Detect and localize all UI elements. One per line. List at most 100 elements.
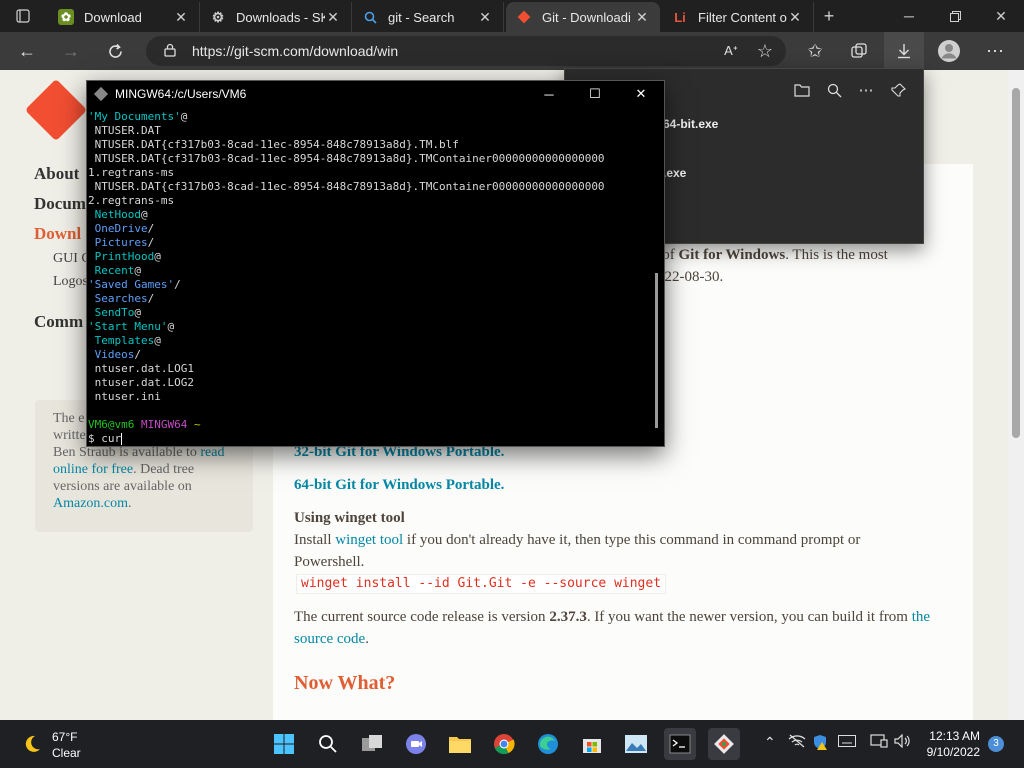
terminal-line: Videos/ xyxy=(88,348,650,362)
page-scrollbar[interactable] xyxy=(1008,70,1024,720)
refresh-icon[interactable] xyxy=(100,37,130,65)
minimize-icon[interactable]: ─ xyxy=(886,2,932,30)
winget-tool-link[interactable]: winget tool xyxy=(335,532,403,548)
amazon-link[interactable]: Amazon.com xyxy=(53,496,128,511)
git-logo-icon xyxy=(516,9,532,25)
folder-icon[interactable] xyxy=(789,77,815,103)
winget-text: Powershell. xyxy=(294,554,365,570)
terminal-entry-suffix: / xyxy=(147,222,155,235)
blurb-text: The e xyxy=(53,411,85,426)
terminal-line: 'My Documents'@ xyxy=(88,110,650,124)
prompt-user: VM6@vm6 xyxy=(88,418,135,431)
network-offline-icon[interactable] xyxy=(788,734,806,751)
sidebar-link-logos[interactable]: Logos xyxy=(53,274,88,290)
winget-command[interactable]: winget install --id Git.Git -e --source … xyxy=(296,574,667,594)
tab-filter-content[interactable]: Li Filter Content o ✕ xyxy=(662,2,814,32)
download-item[interactable]: .exe xyxy=(663,166,686,180)
sidebar-link-about[interactable]: About xyxy=(34,164,79,184)
portable-64-link[interactable]: 64-bit Git for Windows Portable. xyxy=(294,474,504,496)
task-view-icon[interactable] xyxy=(356,728,388,760)
photos-icon[interactable] xyxy=(620,728,652,760)
notification-badge[interactable]: 3 xyxy=(988,736,1004,752)
new-tab-button[interactable]: + xyxy=(814,2,844,30)
terminal-entry-suffix: @ xyxy=(140,208,148,221)
display-icon[interactable] xyxy=(870,734,888,751)
close-icon[interactable]: ✕ xyxy=(173,9,189,26)
pin-icon[interactable] xyxy=(885,77,911,103)
collections-icon[interactable] xyxy=(844,37,874,65)
tab-downloads-sk[interactable]: ⚙ Downloads - SK ✕ xyxy=(200,2,352,32)
edge-icon[interactable] xyxy=(532,728,564,760)
keyboard-icon[interactable] xyxy=(838,734,856,750)
terminal-line: NetHood@ xyxy=(88,208,650,222)
terminal-output[interactable]: 'My Documents'@ NTUSER.DAT NTUSER.DAT{cf… xyxy=(88,110,650,446)
source-link[interactable]: source code xyxy=(294,631,365,647)
address-bar[interactable]: https://git-scm.com/download/win xyxy=(146,36,786,66)
git-bash-icon xyxy=(93,86,109,102)
winget-heading: Using winget tool xyxy=(294,510,405,526)
terminal-title-bar[interactable]: MINGW64:/c/Users/VM6 ─ ☐ ✕ xyxy=(87,81,664,107)
back-icon[interactable]: ← xyxy=(12,37,42,65)
more-options-icon[interactable]: ⋯ xyxy=(853,77,879,103)
favorites-icon[interactable]: ✩ xyxy=(800,37,830,65)
close-icon[interactable]: ✕ xyxy=(477,9,493,26)
search-icon[interactable] xyxy=(821,77,847,103)
tab-download[interactable]: ✿ Download ✕ xyxy=(48,2,200,32)
online-free-link[interactable]: online for free xyxy=(53,462,133,477)
chrome-icon[interactable] xyxy=(488,728,520,760)
terminal-line: 1.regtrans-ms xyxy=(88,166,650,180)
git-bash-taskbar-icon[interactable] xyxy=(708,728,740,760)
sidebar-link-documentation[interactable]: Docum xyxy=(34,194,86,214)
microsoft-store-icon[interactable] xyxy=(576,728,608,760)
chevron-up-icon[interactable]: ⌃ xyxy=(764,734,776,751)
terminal-line: ntuser.ini xyxy=(88,390,650,404)
profile-avatar-icon[interactable] xyxy=(934,37,964,65)
clock-time[interactable]: 12:13 AM xyxy=(918,729,980,743)
git-logo[interactable] xyxy=(24,78,88,142)
li-logo-icon: Li xyxy=(674,9,686,25)
terminal-line: 'Saved Games'/ xyxy=(88,278,650,292)
terminal-app-icon[interactable] xyxy=(664,728,696,760)
weather-condition[interactable]: Clear xyxy=(52,746,81,760)
terminal-entry-suffix: @ xyxy=(167,320,175,333)
moon-icon[interactable] xyxy=(16,728,48,760)
terminal-scrollbar[interactable] xyxy=(655,273,658,428)
source-code-text: The current source code release is versi… xyxy=(294,606,964,650)
scrollbar-thumb[interactable] xyxy=(1012,88,1020,438)
terminal-entry-suffix: @ xyxy=(180,110,188,123)
read-aloud-icon[interactable]: Aᐩ xyxy=(716,37,746,65)
close-icon[interactable]: ✕ xyxy=(634,9,650,26)
download-item[interactable]: 64-bit.exe xyxy=(663,117,718,131)
maximize-icon[interactable]: ☐ xyxy=(572,81,618,107)
restore-icon[interactable] xyxy=(932,2,978,30)
terminal-input-line[interactable]: $ cur xyxy=(88,432,650,446)
read-link[interactable]: read xyxy=(200,445,224,460)
teams-chat-icon[interactable] xyxy=(400,728,432,760)
sidebar-link-community[interactable]: Comm xyxy=(34,312,83,332)
forward-icon[interactable]: → xyxy=(56,37,86,65)
close-icon[interactable]: ✕ xyxy=(618,81,664,107)
add-favorite-icon[interactable]: ☆ xyxy=(750,37,780,65)
close-icon[interactable]: ✕ xyxy=(325,9,341,26)
security-warning-icon[interactable] xyxy=(812,734,828,753)
search-icon[interactable] xyxy=(312,728,344,760)
tab-actions-icon[interactable] xyxy=(0,2,46,30)
clock-date[interactable]: 9/10/2022 xyxy=(918,745,980,759)
close-window-icon[interactable]: ✕ xyxy=(978,2,1024,30)
minimize-icon[interactable]: ─ xyxy=(526,81,572,107)
terminal-line: 2.regtrans-ms xyxy=(88,194,650,208)
mingw-terminal-window[interactable]: MINGW64:/c/Users/VM6 ─ ☐ ✕ 'My Documents… xyxy=(86,80,665,447)
tab-git-search[interactable]: git - Search ✕ xyxy=(352,2,504,32)
tab-git-downloading[interactable]: Git - Downloadi ✕ xyxy=(506,2,660,32)
volume-icon[interactable] xyxy=(894,733,912,751)
close-icon[interactable]: ✕ xyxy=(787,9,803,26)
more-options-icon[interactable]: ⋯ xyxy=(980,37,1010,65)
intro-part: . This is the most xyxy=(785,247,888,263)
terminal-entry-suffix: @ xyxy=(154,334,161,347)
weather-temperature[interactable]: 67°F xyxy=(52,730,77,744)
file-explorer-icon[interactable] xyxy=(444,728,476,760)
windows-start-icon[interactable] xyxy=(268,728,300,760)
downloads-icon[interactable] xyxy=(884,32,924,70)
sidebar-link-downloads[interactable]: Downl xyxy=(34,224,81,244)
source-link[interactable]: the xyxy=(912,609,930,625)
